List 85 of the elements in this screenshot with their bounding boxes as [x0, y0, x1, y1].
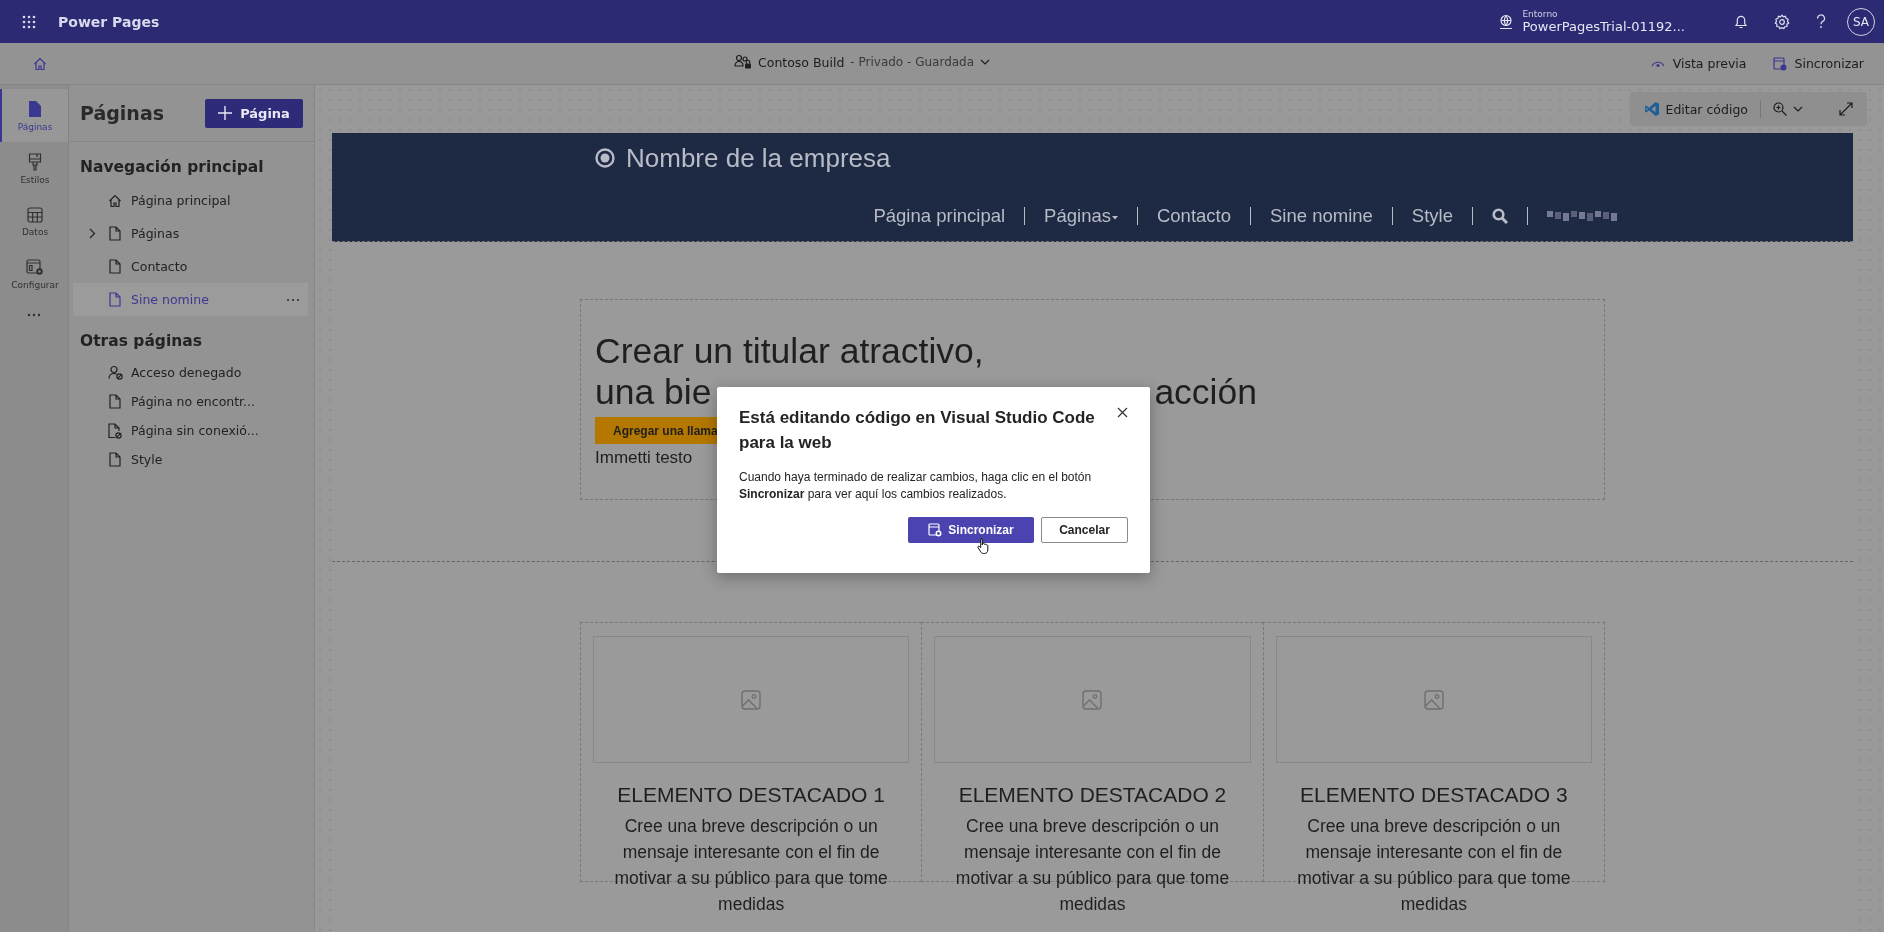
- home-icon: [108, 193, 122, 208]
- paintbrush-icon: [28, 152, 42, 171]
- settings-page-icon: [26, 259, 44, 276]
- feature-title: ELEMENTO DESTACADO 1: [616, 783, 886, 807]
- page-blocked-icon: [108, 422, 122, 439]
- rail-tab[interactable]: Páginas: [0, 89, 68, 142]
- page-item[interactable]: Sine nomine: [73, 283, 308, 316]
- app-launcher-icon[interactable]: [22, 14, 36, 29]
- logo-icon: [594, 147, 616, 169]
- chevron-down-icon: [980, 59, 991, 65]
- home-icon[interactable]: [33, 56, 47, 71]
- settings-icon[interactable]: [1774, 13, 1790, 30]
- nav-link[interactable]: Contacto: [1156, 205, 1231, 227]
- page-icon: [109, 259, 121, 274]
- page-icon: [109, 394, 121, 409]
- environment-icon: [1498, 13, 1515, 30]
- sync-page-icon: [928, 523, 943, 537]
- nav-link[interactable]: Sine nomine: [1270, 205, 1373, 227]
- cancel-button[interactable]: Cancelar: [1041, 517, 1128, 543]
- close-icon[interactable]: [1117, 407, 1128, 418]
- page-item[interactable]: Página no encontr...: [73, 387, 308, 416]
- feature-title: ELEMENTO DESTACADO 3: [1299, 783, 1569, 807]
- image-icon: [1082, 689, 1103, 710]
- hero-heading-fragment: una bie: [595, 372, 712, 413]
- edit-code-button[interactable]: Editar código: [1643, 101, 1748, 117]
- sync-button[interactable]: Sincronizar: [1772, 56, 1864, 71]
- chevron-down-icon: [1793, 106, 1803, 112]
- notification-bell-icon[interactable]: [1734, 14, 1748, 29]
- help-icon[interactable]: [1816, 14, 1826, 29]
- hero-heading: Crear un titular atractivo,: [595, 331, 985, 372]
- page-icon: [109, 226, 121, 241]
- add-page-button[interactable]: Página: [205, 98, 303, 128]
- page-item[interactable]: Contacto: [73, 250, 308, 283]
- nav-link[interactable]: Página principal: [873, 205, 1006, 227]
- site-name: Contoso Build: [758, 54, 845, 70]
- app-title: Power Pages: [58, 13, 160, 30]
- hero-text: Immetti testo: [595, 448, 694, 468]
- feature-description: Cree una breve descripción o un mensaje interesante con el fin de motivar a su público para que tome medidas: [1296, 815, 1572, 916]
- page-item[interactable]: Acceso denegado: [73, 358, 308, 387]
- sync-page-icon: [1772, 56, 1787, 71]
- nav-link[interactable]: Style: [1411, 205, 1453, 227]
- pixelated-text-drawing: [1547, 211, 1617, 221]
- dialog-title: Está editando código en Visual Studio Code para la web: [739, 407, 1096, 454]
- page-item[interactable]: Página principal: [73, 184, 308, 217]
- section-heading: Navegación principal: [79, 157, 265, 178]
- page-icon: [109, 452, 121, 467]
- company-name[interactable]: Nombre de la empresa: [626, 142, 891, 174]
- page-icon: [109, 292, 121, 307]
- preview-button[interactable]: Vista previa: [1650, 56, 1747, 71]
- expand-icon[interactable]: [1839, 102, 1853, 116]
- feature-description: Cree una breve descripción o un mensaje interesante con el fin de motivar a su público para que tome medidas: [613, 815, 889, 916]
- nav-link[interactable]: Páginas: [1044, 205, 1118, 227]
- hand-cursor-icon: [977, 537, 991, 555]
- site-status: - Privado - Guardada: [850, 55, 975, 69]
- feature-description: Cree una breve descripción o un mensaje interesante con el fin de motivar a su público para que tome medidas: [954, 815, 1231, 916]
- people-lock-icon: [734, 54, 752, 70]
- table-icon: [27, 206, 43, 223]
- rail-tab[interactable]: Datos: [0, 195, 68, 248]
- feature-title: ELEMENTO DESTACADO 2: [957, 783, 1228, 807]
- zoom-button[interactable]: [1773, 102, 1803, 116]
- person-blocked-icon: [107, 365, 123, 380]
- rail-tab[interactable]: Configurar: [0, 248, 68, 301]
- page-item[interactable]: Style: [73, 445, 308, 474]
- dialog-message: Cuando haya terminado de realizar cambios, haga clic en el botón Sincronizar para ver aquí los cambios realizados.: [739, 469, 1093, 503]
- page-icon: [28, 99, 42, 118]
- image-icon: [741, 689, 762, 710]
- page-item[interactable]: Página sin conexió...: [73, 416, 308, 445]
- search-icon[interactable]: [1492, 208, 1508, 224]
- image-icon: [1423, 689, 1444, 710]
- chevron-right-icon[interactable]: [88, 228, 96, 239]
- page-item[interactable]: Páginas: [73, 217, 308, 250]
- plus-icon: [218, 106, 233, 120]
- more-icon[interactable]: [286, 297, 300, 302]
- caret-down-icon: [1111, 216, 1118, 220]
- environment-label: Entorno: [1522, 9, 1559, 19]
- hero-heading-fragment: acción: [1154, 372, 1257, 413]
- more-icon[interactable]: [27, 313, 41, 317]
- section-heading: Otras páginas: [79, 331, 203, 352]
- rail-tab[interactable]: Estilos: [0, 142, 68, 195]
- zoom-in-icon: [1773, 102, 1787, 116]
- sync-button[interactable]: Sincronizar: [908, 517, 1034, 543]
- site-selector[interactable]: Contoso Build - Privado - Guardada: [734, 54, 991, 70]
- panel-title: Páginas: [80, 102, 164, 124]
- code-editor-icon: [1643, 101, 1660, 117]
- environment-name[interactable]: PowerPagesTrial-01192...: [1522, 19, 1685, 34]
